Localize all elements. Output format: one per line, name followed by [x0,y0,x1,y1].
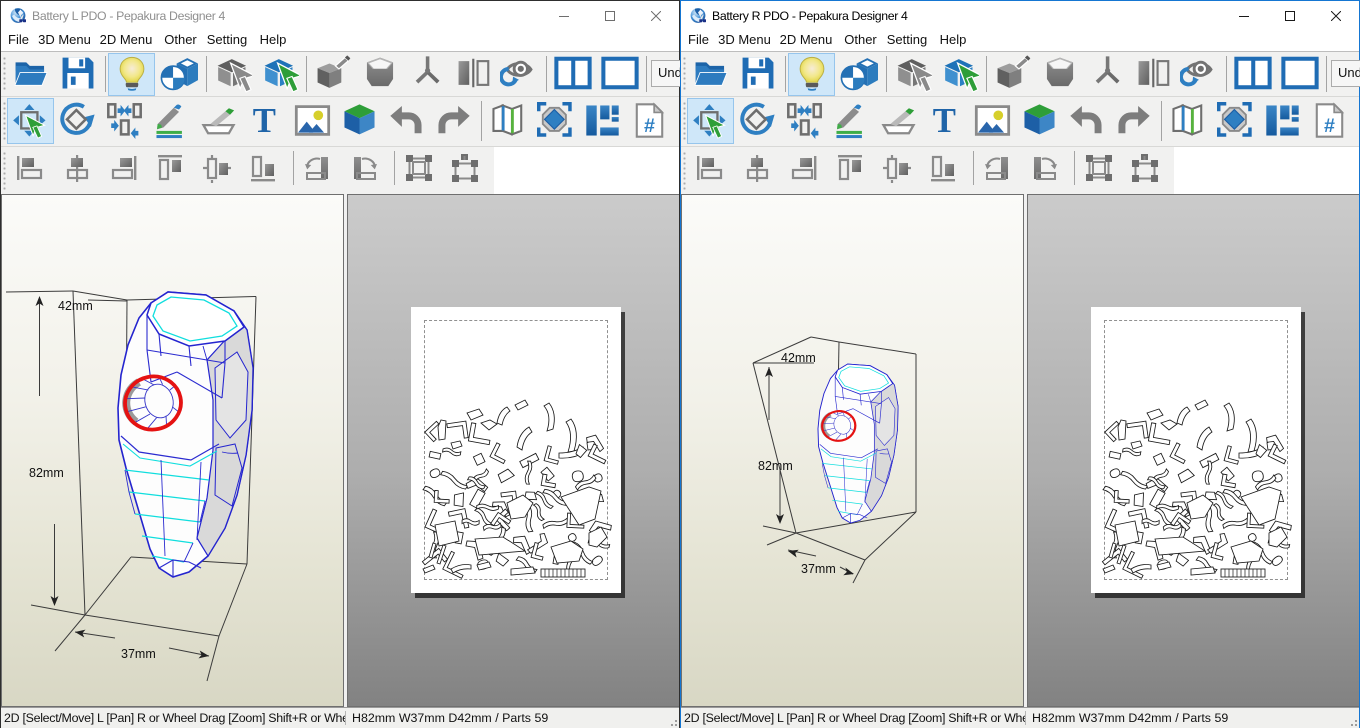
svg-text:37mm: 37mm [801,562,836,576]
svg-text:37mm: 37mm [121,647,156,661]
svg-text:82mm: 82mm [29,466,64,480]
svg-text:42mm: 42mm [781,351,816,365]
svg-text:42mm: 42mm [58,299,93,313]
svg-text:82mm: 82mm [758,459,793,473]
